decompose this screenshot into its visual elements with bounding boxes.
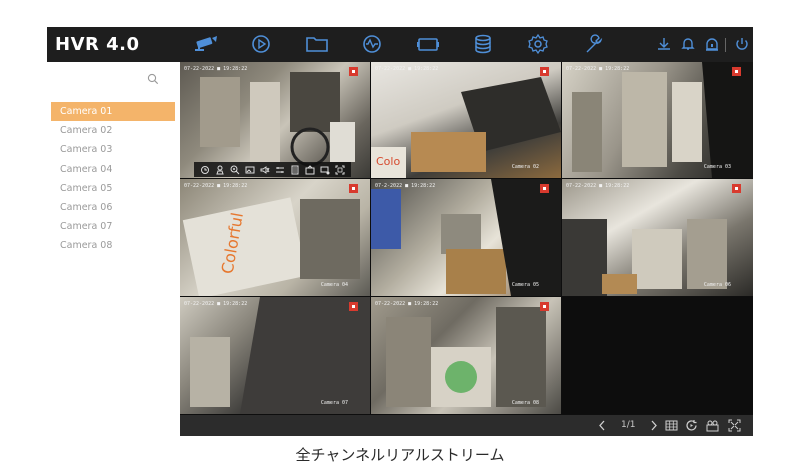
camera-list-item[interactable]: Camera 04 (51, 160, 175, 179)
camera-list-item[interactable]: Camera 07 (51, 217, 175, 236)
tile-camera-name: Camera 03 (703, 164, 731, 170)
recording-indicator-icon (540, 184, 549, 193)
tile-timestamp: 07-22-2022 ■ 19:28:22 (184, 66, 248, 72)
toolbar-divider (725, 38, 726, 52)
camera-tile-06[interactable]: 07-22-2022 ■ 19:28:22 Camera 06 (562, 179, 753, 296)
playback-icon[interactable] (248, 33, 274, 55)
tile-scene (190, 297, 370, 414)
recording-indicator-icon (349, 184, 358, 193)
tile-scene: Colorful (182, 197, 360, 296)
live-view-bottom-bar: 1/1 (180, 415, 753, 436)
maintenance-wrench-icon[interactable] (581, 33, 607, 55)
instant-playback-icon[interactable] (200, 165, 210, 175)
recording-indicator-icon (540, 302, 549, 311)
recording-indicator-icon (732, 184, 741, 193)
settings-gear-icon[interactable] (525, 33, 551, 55)
alert-icon[interactable] (704, 36, 720, 52)
camera-settings-icon[interactable] (320, 165, 330, 175)
tile-camera-name: Camera 07 (320, 400, 348, 406)
camera-list-item[interactable]: Camera 08 (51, 236, 175, 255)
cycle-icon[interactable] (685, 419, 698, 432)
audio-icon[interactable] (260, 165, 270, 175)
tile-scene (386, 307, 546, 407)
live-view-grid: 07-22-2022 ■ 19:28:22 Colo 07-22-2022 ■ … (180, 62, 753, 415)
tile-timestamp: 07-22-2022 ■ 19:28:22 (375, 66, 439, 72)
prev-page-icon[interactable] (596, 419, 609, 432)
alarm-bell-icon[interactable] (680, 36, 696, 52)
camera-group-icon[interactable] (706, 419, 719, 432)
clip-icon[interactable] (290, 165, 300, 175)
power-icon[interactable] (734, 36, 750, 52)
storage-icon[interactable] (470, 33, 496, 55)
recording-indicator-icon (732, 67, 741, 76)
camera-device-icon[interactable] (415, 33, 441, 55)
digital-zoom-icon[interactable] (230, 165, 240, 175)
page-indicator: 1/1 (621, 420, 636, 430)
camera-tile-07[interactable]: 07-22-2022 ■ 19:28:22 Camera 07 (180, 297, 370, 414)
tile-camera-name: Camera 06 (703, 282, 731, 288)
camera-list-item[interactable]: Camera 03 (51, 140, 175, 159)
camera-tile-02[interactable]: Colo 07-22-2022 ■ 19:28:22 Camera 02 (371, 62, 561, 178)
live-view-camera-icon[interactable] (193, 33, 219, 55)
recording-indicator-icon (349, 67, 358, 76)
camera-tile-03[interactable]: 07-22-2022 ■ 19:28:22 Camera 03 (562, 62, 753, 178)
camera-list: Camera 01 Camera 02 Camera 03 Camera 04 … (51, 102, 175, 256)
tile-camera-name: Camera 04 (320, 282, 348, 288)
fullscreen-icon[interactable] (728, 419, 741, 432)
capture-icon[interactable] (245, 165, 255, 175)
fullscreen-icon[interactable] (335, 165, 345, 175)
tile-timestamp: 07-22-2022 ■ 19:28:22 (375, 301, 439, 307)
camera-tile-04[interactable]: Colorful 07-22-2022 ■ 19:28:22 Camera 04 (180, 179, 370, 296)
hvr-app-window: HVR 4.0 Camera 01 Camera 02 Camera 03 Ca… (47, 27, 753, 436)
grid-layout-icon[interactable] (665, 419, 678, 432)
top-navigation-bar: HVR 4.0 (47, 27, 753, 62)
tile-camera-name: Camera 02 (511, 164, 539, 170)
tile-camera-name: Camera 08 (511, 400, 539, 406)
camera-list-item[interactable]: Camera 06 (51, 198, 175, 217)
tile-scene (371, 179, 561, 296)
recording-indicator-icon (540, 67, 549, 76)
page-caption: 全チャンネルリアルストリーム (295, 446, 505, 464)
tile-timestamp: 07-22-2022 ■ 19:28:22 (184, 301, 248, 307)
camera-list-item[interactable]: Camera 02 (51, 121, 175, 140)
analytics-icon[interactable] (359, 33, 385, 55)
tile-timestamp: 07-22-2022 ■ 19:28:22 (566, 183, 630, 189)
camera-tile-empty[interactable] (562, 297, 753, 414)
tile-timestamp: 07-22-2022 ■ 19:28:22 (184, 183, 248, 189)
camera-list-item[interactable]: Camera 01 (51, 102, 175, 122)
tile-timestamp: 07-22-2022 ■ 19:28:22 (566, 66, 630, 72)
next-page-icon[interactable] (647, 419, 660, 432)
camera-tile-01[interactable]: 07-22-2022 ■ 19:28:22 (180, 62, 370, 178)
camera-list-item[interactable]: Camera 05 (51, 179, 175, 198)
camera-tile-08[interactable]: 07-22-2022 ■ 19:28:22 Camera 08 (371, 297, 561, 414)
camera-sidebar: Camera 01 Camera 02 Camera 03 Camera 04 … (47, 62, 180, 436)
recording-indicator-icon (349, 302, 358, 311)
tile-camera-name: Camera 05 (511, 282, 539, 288)
stream-icon[interactable] (305, 164, 315, 175)
svg-text:Colo: Colo (376, 155, 400, 168)
tile-scene (562, 219, 727, 296)
tile-scene: Colo (371, 77, 561, 178)
camera-tile-05[interactable]: 07-2-2022 ■ 19:28:22 Camera 05 (371, 179, 561, 296)
download-icon[interactable] (656, 36, 672, 52)
tile-scene (572, 62, 753, 178)
tile-timestamp: 07-2-2022 ■ 19:28:22 (375, 183, 436, 189)
app-title: HVR 4.0 (55, 34, 140, 55)
image-settings-icon[interactable] (275, 165, 285, 175)
tile-toolbar (194, 162, 351, 177)
tile-scene (200, 72, 355, 167)
file-folder-icon[interactable] (304, 33, 330, 55)
ptz-icon[interactable] (215, 165, 225, 175)
search-icon[interactable] (147, 73, 159, 85)
